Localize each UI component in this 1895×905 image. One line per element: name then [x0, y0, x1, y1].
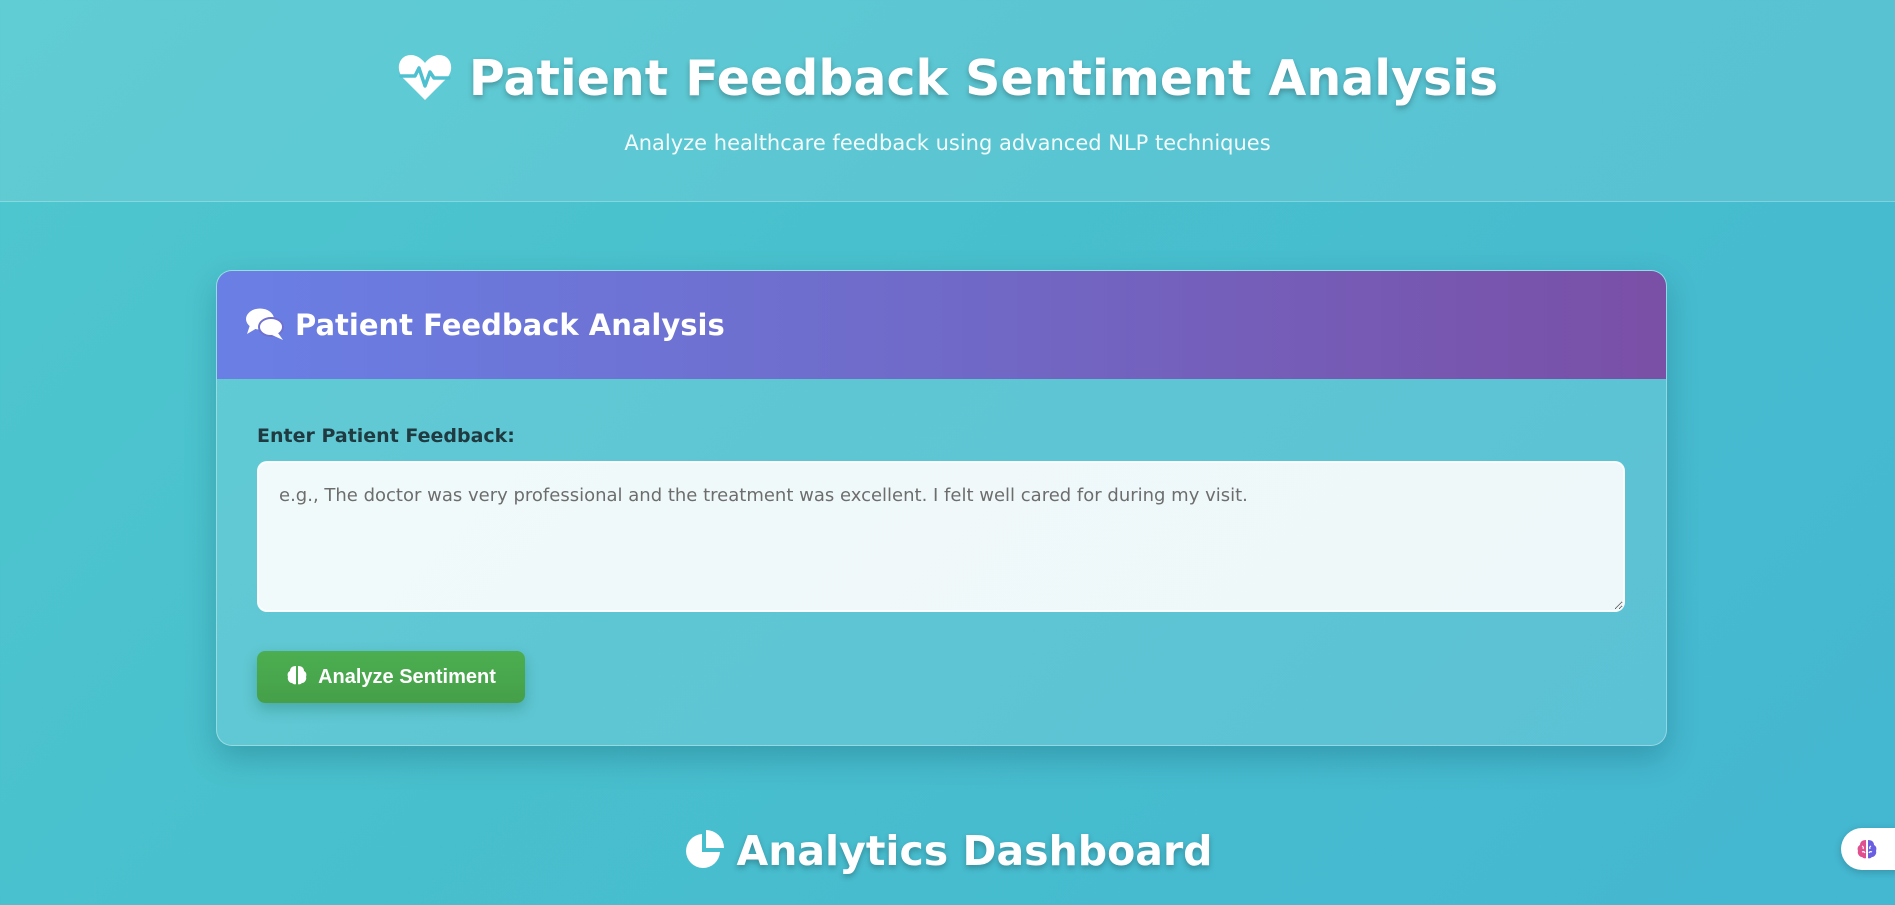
- brain-icon: [286, 664, 308, 686]
- pie-chart-icon: [682, 828, 726, 872]
- brain-icon: [1857, 840, 1877, 859]
- dashboard-title: Analytics Dashboard: [736, 827, 1213, 875]
- page-title: Patient Feedback Sentiment Analysis: [468, 50, 1499, 107]
- floating-assistant-button[interactable]: [1841, 828, 1895, 870]
- page-header: Patient Feedback Sentiment Analysis Anal…: [0, 0, 1895, 202]
- analyze-sentiment-button[interactable]: Analyze Sentiment: [257, 651, 525, 703]
- feedback-input-label: Enter Patient Feedback:: [257, 425, 515, 447]
- dashboard-title-row: Analytics Dashboard: [0, 825, 1895, 877]
- heartbeat-icon: [397, 51, 453, 101]
- feedback-card-title-row: Patient Feedback Analysis: [245, 305, 725, 345]
- analyze-sentiment-label: Analyze Sentiment: [318, 665, 496, 688]
- feedback-card: Patient Feedback Analysis Enter Patient …: [216, 270, 1667, 746]
- feedback-card-title: Patient Feedback Analysis: [295, 308, 725, 342]
- page-subtitle: Analyze healthcare feedback using advanc…: [624, 131, 1271, 155]
- feedback-card-header: Patient Feedback Analysis: [217, 271, 1666, 379]
- feedback-input[interactable]: [257, 461, 1625, 612]
- comments-icon: [245, 307, 285, 341]
- page-title-row: Patient Feedback Sentiment Analysis: [0, 44, 1895, 114]
